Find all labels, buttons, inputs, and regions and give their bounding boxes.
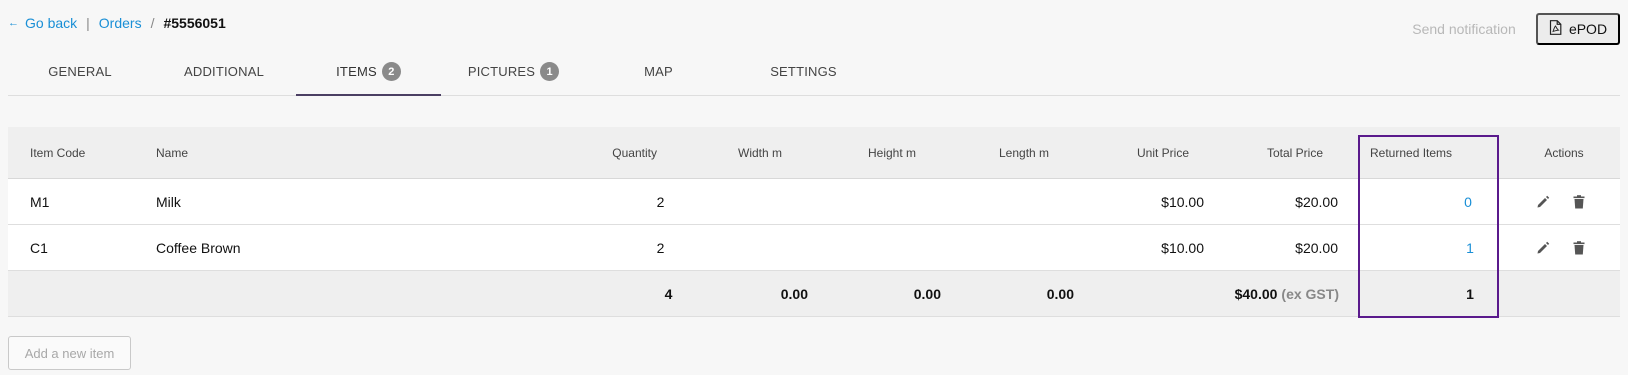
orders-link[interactable]: Orders	[99, 15, 142, 31]
returned-items-link[interactable]: 1	[1460, 225, 1480, 270]
arrow-left-icon[interactable]: ←	[8, 17, 19, 29]
send-notification-button[interactable]: Send notification	[1390, 13, 1538, 45]
returned-items-link[interactable]: 0	[1458, 179, 1478, 224]
total-price-cell: $20.00	[1295, 239, 1338, 256]
header-name[interactable]: Name	[156, 127, 188, 178]
trash-icon[interactable]	[1570, 239, 1588, 257]
total-height: 0.00	[913, 285, 941, 302]
table-header: Item Code Name Quantity Width m Height m…	[8, 127, 1620, 179]
header-length[interactable]: Length m	[999, 127, 1049, 178]
totals-row: 4 0.00 0.00 0.00 $40.00 (ex GST) 1	[8, 271, 1620, 317]
total-price: $40.00 (ex GST)	[1234, 285, 1339, 302]
total-returned: 1	[1466, 285, 1474, 302]
item-name-cell: Milk	[156, 193, 181, 210]
items-table: Item Code Name Quantity Width m Height m…	[8, 127, 1620, 317]
row-actions	[1534, 179, 1588, 224]
tab-additional[interactable]: ADDITIONAL	[152, 58, 296, 96]
pencil-icon[interactable]	[1534, 193, 1552, 211]
header-actions: Actions	[1544, 145, 1584, 160]
breadcrumb-separator: /	[150, 15, 155, 31]
pdf-file-icon	[1549, 20, 1562, 38]
pictures-count-badge: 1	[540, 62, 560, 81]
table-row: M1 Milk 2 $10.00 $20.00 0	[8, 179, 1620, 225]
quantity-cell: 2	[656, 193, 665, 210]
total-quantity: 4	[664, 285, 673, 302]
table-row: C1 Coffee Brown 2 $10.00 $20.00 1	[8, 225, 1620, 271]
tab-map[interactable]: MAP	[586, 58, 731, 96]
unit-price-cell: $10.00	[1161, 239, 1204, 256]
add-new-item-button[interactable]: Add a new item	[8, 336, 131, 370]
quantity-cell: 2	[656, 239, 665, 256]
breadcrumb: ← Go back | Orders / #5556051	[8, 13, 226, 33]
header-height[interactable]: Height m	[868, 127, 916, 178]
header-returned-items[interactable]: Returned Items	[1370, 127, 1452, 178]
pencil-icon[interactable]	[1534, 239, 1552, 257]
header-unit-price[interactable]: Unit Price	[1058, 127, 1189, 178]
gst-note: (ex GST)	[1281, 285, 1339, 302]
total-price-cell: $20.00	[1295, 193, 1338, 210]
breadcrumb-separator: |	[86, 15, 90, 31]
header-quantity[interactable]: Quantity	[538, 127, 657, 178]
epod-button[interactable]: ePOD	[1536, 13, 1620, 45]
row-actions	[1534, 225, 1588, 270]
header-item-code[interactable]: Item Code	[30, 127, 85, 178]
go-back-link[interactable]: Go back	[25, 15, 77, 31]
items-count-badge: 2	[381, 62, 401, 81]
total-width: 0.00	[780, 285, 808, 302]
item-name-cell: Coffee Brown	[156, 239, 241, 256]
tab-pictures[interactable]: PICTURES 1	[441, 58, 586, 96]
tab-items[interactable]: ITEMS 2	[296, 58, 441, 96]
item-code-cell: C1	[30, 239, 48, 256]
item-code-cell: M1	[30, 193, 50, 210]
total-length: 0.00	[1046, 285, 1074, 302]
trash-icon[interactable]	[1570, 193, 1588, 211]
tab-bar: GENERAL ADDITIONAL ITEMS 2 PICTURES 1 MA…	[8, 58, 1620, 96]
tab-general[interactable]: GENERAL	[8, 58, 152, 96]
header-width[interactable]: Width m	[738, 127, 782, 178]
epod-label: ePOD	[1568, 21, 1608, 37]
order-id: #5556051	[163, 15, 226, 31]
tab-settings[interactable]: SETTINGS	[731, 58, 876, 96]
header-total-price[interactable]: Total Price	[1188, 127, 1323, 178]
unit-price-cell: $10.00	[1161, 193, 1204, 210]
